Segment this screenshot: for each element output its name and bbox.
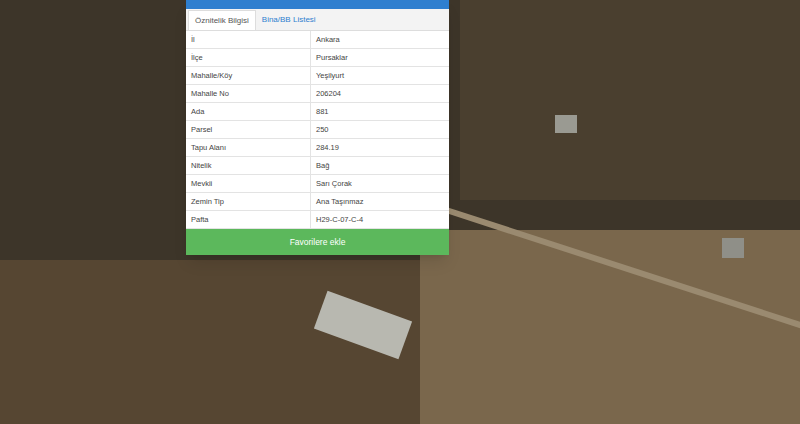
attribute-row: Zemin TipAna Taşınmaz (186, 193, 449, 211)
attribute-value: Pursaklar (311, 49, 449, 66)
tab-bar: Öznitelik BilgisiBina/BB Listesi (186, 9, 449, 31)
tab[interactable]: Bina/BB Listesi (256, 10, 322, 30)
attribute-row: Tapu Alanı284.19 (186, 139, 449, 157)
attribute-label: Zemin Tip (186, 193, 311, 210)
attribute-label: Mahalle/Köy (186, 67, 311, 84)
attribute-label: Parsel (186, 121, 311, 138)
attribute-value: 250 (311, 121, 449, 138)
attribute-label: Ada (186, 103, 311, 120)
attribute-row: Mahalle No206204 (186, 85, 449, 103)
field-area (460, 0, 800, 200)
building (722, 238, 744, 258)
attribute-row: Ada881 (186, 103, 449, 121)
attribute-value: 284.19 (311, 139, 449, 156)
attribute-label: Mevkii (186, 175, 311, 192)
attribute-value: Yeşilyurt (311, 67, 449, 84)
attribute-value: Ankara (311, 31, 449, 48)
attribute-row: MevkiiSarı Çorak (186, 175, 449, 193)
attribute-label: Mahalle No (186, 85, 311, 102)
attribute-label: Pafta (186, 211, 311, 228)
attribute-value: 206204 (311, 85, 449, 102)
attribute-label: İlçe (186, 49, 311, 66)
attribute-value: H29-C-07-C-4 (311, 211, 449, 228)
attribute-label: Tapu Alanı (186, 139, 311, 156)
attribute-row: Parsel250 (186, 121, 449, 139)
attribute-label: İl (186, 31, 311, 48)
attribute-row: İlAnkara (186, 31, 449, 49)
attribute-value: Bağ (311, 157, 449, 174)
add-favorite-button[interactable]: Favorilere ekle (186, 229, 449, 255)
attribute-value: Sarı Çorak (311, 175, 449, 192)
map-view[interactable]: Öznitelik BilgisiBina/BB ListesiİlAnkara… (0, 0, 800, 424)
attribute-row: PaftaH29-C-07-C-4 (186, 211, 449, 229)
attribute-value: Ana Taşınmaz (311, 193, 449, 210)
attribute-value: 881 (311, 103, 449, 120)
parcel-info-panel: Öznitelik BilgisiBina/BB ListesiİlAnkara… (186, 0, 449, 255)
attribute-row: İlçePursaklar (186, 49, 449, 67)
tab[interactable]: Öznitelik Bilgisi (188, 10, 256, 30)
attribute-row: Mahalle/KöyYeşilyurt (186, 67, 449, 85)
building (555, 115, 577, 133)
panel-header (186, 0, 449, 9)
attribute-label: Nitelik (186, 157, 311, 174)
attribute-row: NitelikBağ (186, 157, 449, 175)
